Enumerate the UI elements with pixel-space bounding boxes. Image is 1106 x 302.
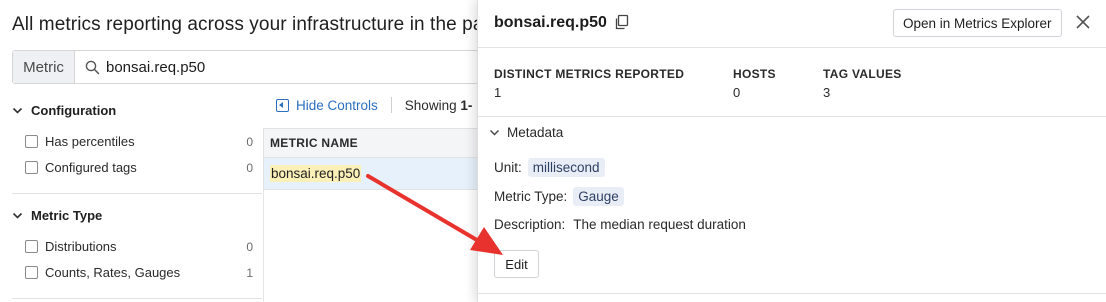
facet-item-label: Configured tags (45, 160, 137, 175)
panel-divider (478, 116, 1106, 117)
hide-controls-label: Hide Controls (296, 97, 378, 113)
facet-item-label: Counts, Rates, Gauges (45, 265, 181, 280)
checkbox[interactable] (25, 161, 38, 174)
facet-divider (12, 298, 262, 299)
close-icon[interactable] (1074, 13, 1092, 31)
facet-item-label: Has percentiles (45, 134, 135, 149)
checkbox[interactable] (25, 266, 38, 279)
metadata-section-toggle[interactable]: Metadata (489, 125, 563, 140)
search-prefix-label: Metric (13, 51, 75, 83)
panel-divider (478, 293, 1106, 294)
table-body-empty (263, 190, 478, 302)
hide-controls-link[interactable]: Hide Controls (276, 98, 378, 113)
stat-value: 3 (823, 85, 831, 100)
table-header-metric-name[interactable]: METRIC NAME (263, 128, 478, 158)
showing-prefix: Showing (404, 97, 457, 113)
stat-label: TAG VALUES (823, 67, 902, 81)
unit-label: Unit: (494, 160, 522, 175)
edit-metadata-button[interactable]: Edit (494, 250, 539, 278)
metadata-unit-row: Unit: millisecond (494, 158, 605, 177)
chevron-down-icon (12, 212, 23, 219)
metric-type-label: Metric Type: (494, 189, 568, 204)
description-value: The median request duration (573, 217, 746, 232)
table-row[interactable]: bonsai.req.p50 (263, 158, 478, 190)
open-in-metrics-explorer-button[interactable]: Open in Metrics Explorer (893, 9, 1062, 37)
collapse-panel-icon (276, 98, 289, 112)
controls-row: Hide Controls Showing 1- (276, 97, 472, 113)
search-input[interactable]: bonsai.req.p50 (75, 51, 481, 83)
metadata-section-label: Metadata (507, 125, 564, 140)
app-stage: All metrics reporting across your infras… (0, 0, 1106, 302)
metric-type-chip: Gauge (573, 187, 624, 206)
stat-tag-values: TAG VALUES 3 (823, 67, 943, 100)
metadata-type-row: Metric Type: Gauge (494, 187, 624, 206)
stat-distinct-metrics: DISTINCT METRICS REPORTED 1 (494, 67, 733, 100)
showing-count: Showing 1- (405, 98, 473, 113)
facet-item-distributions[interactable]: Distributions 0 (25, 239, 253, 254)
metric-stats: DISTINCT METRICS REPORTED 1 HOSTS 0 TAG … (494, 67, 943, 100)
facet-item-count: 0 (246, 239, 253, 254)
chevron-down-icon (12, 107, 23, 114)
showing-range: 1- (460, 97, 473, 113)
page-title: All metrics reporting across your infras… (12, 14, 543, 35)
separator (390, 97, 392, 113)
chevron-down-icon (490, 130, 499, 136)
metric-search-bar[interactable]: Metric bonsai.req.p50 (12, 50, 482, 84)
search-icon (85, 60, 100, 74)
facet-item-count: 0 (246, 160, 253, 175)
stat-value: 1 (494, 85, 502, 100)
facet-item-counts-rates-gauges[interactable]: Counts, Rates, Gauges 1 (25, 265, 253, 280)
stat-label: DISTINCT METRICS REPORTED (494, 67, 685, 81)
description-label: Description: (494, 217, 566, 232)
facet-group-metric-type[interactable]: Metric Type (12, 208, 102, 223)
copy-icon[interactable] (614, 14, 630, 30)
metric-name-cell[interactable]: bonsai.req.p50 (270, 165, 362, 182)
metadata-description-row: Description: The median request duration (494, 217, 746, 232)
panel-title: bonsai.req.p50 (494, 14, 607, 31)
facet-divider (12, 193, 262, 194)
stat-label: HOSTS (733, 67, 776, 81)
facet-group-title: Configuration (31, 103, 117, 118)
facet-group-configuration[interactable]: Configuration (12, 103, 116, 118)
facet-item-has-percentiles[interactable]: Has percentiles 0 (25, 134, 253, 149)
search-value: bonsai.req.p50 (106, 58, 206, 76)
facet-item-label: Distributions (45, 239, 117, 254)
checkbox[interactable] (25, 240, 38, 253)
panel-header: bonsai.req.p50 Open in Metrics Explorer (478, 0, 1106, 48)
facet-item-count: 0 (246, 134, 253, 149)
stat-hosts: HOSTS 0 (733, 67, 823, 100)
facet-group-title: Metric Type (31, 208, 103, 223)
checkbox[interactable] (25, 135, 38, 148)
facet-item-configured-tags[interactable]: Configured tags 0 (25, 160, 253, 175)
facet-item-count: 1 (246, 265, 253, 280)
metric-detail-panel: bonsai.req.p50 Open in Metrics Explorer … (477, 0, 1106, 302)
stat-value: 0 (733, 85, 741, 100)
unit-value-chip: millisecond (527, 158, 605, 177)
